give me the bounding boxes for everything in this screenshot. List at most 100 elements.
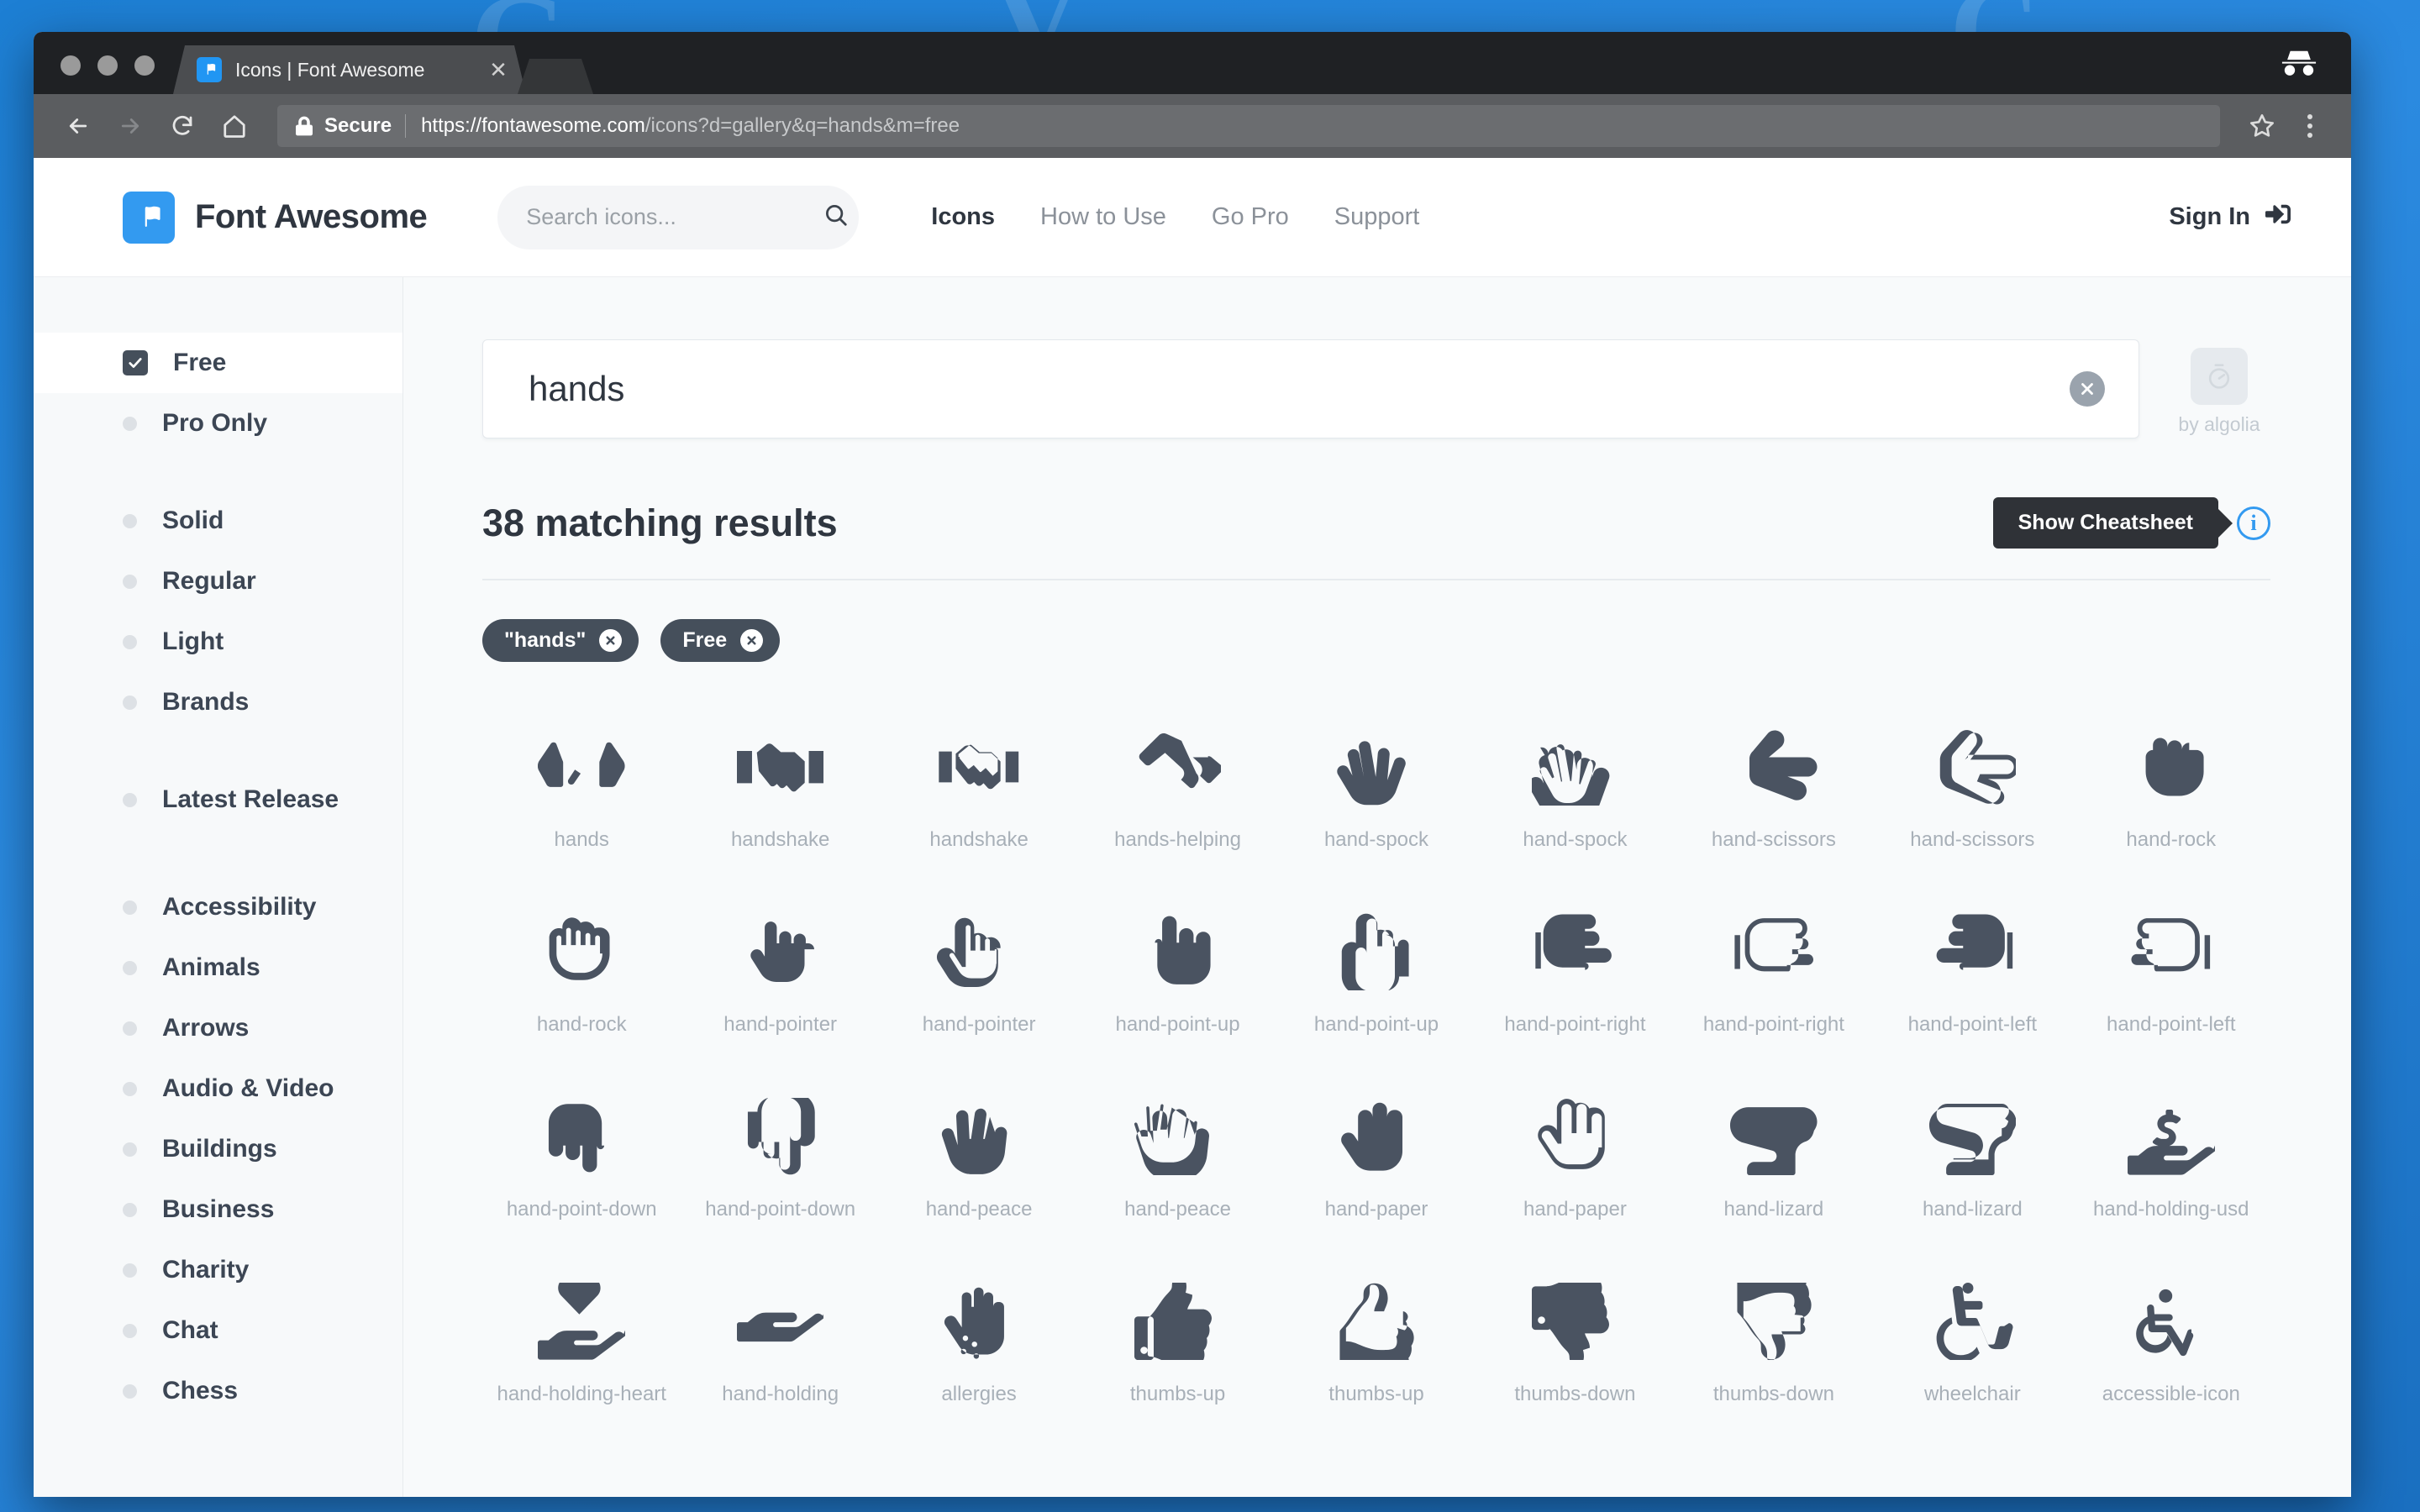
sidebar-item-arrows[interactable]: Arrows	[34, 998, 402, 1058]
icon-result-card[interactable]: hand-point-up	[1277, 887, 1476, 1072]
icon-result-card[interactable]: hands	[482, 702, 681, 887]
icon-result-card[interactable]: thumbs-up	[1078, 1257, 1276, 1441]
sidebar-item-regular[interactable]: Regular	[34, 551, 402, 612]
nav-item-go-pro[interactable]: Go Pro	[1212, 203, 1289, 231]
icon-result-card[interactable]: wheelchair	[1873, 1257, 2071, 1441]
reload-icon[interactable]	[160, 103, 205, 149]
icon-result-card[interactable]: hand-point-down	[681, 1072, 879, 1257]
site-logo[interactable]: Font Awesome	[123, 191, 428, 244]
icon-result-card[interactable]: hand-scissors	[1675, 702, 1873, 887]
hand-rock-regular-icon	[482, 899, 681, 1005]
clear-search-icon[interactable]	[2070, 371, 2105, 407]
icon-result-card[interactable]: handshake	[681, 702, 879, 887]
address-bar[interactable]: Secure https://fontawesome.com/icons?d=g…	[277, 105, 2220, 147]
icon-result-card[interactable]: hand-point-down	[482, 1072, 681, 1257]
remove-filter-icon[interactable]	[740, 629, 764, 652]
sidebar-item-charity[interactable]: Charity	[34, 1240, 402, 1300]
icon-result-card[interactable]: thumbs-down	[1675, 1257, 1873, 1441]
nav-item-icons[interactable]: Icons	[931, 203, 995, 231]
icon-result-card[interactable]: hand-point-up	[1078, 887, 1276, 1072]
gallery-search-input[interactable]	[529, 369, 2070, 409]
algolia-logo-icon	[2191, 348, 2248, 405]
icon-result-card[interactable]: thumbs-up	[1277, 1257, 1476, 1441]
icon-result-card[interactable]: hand-peace	[1078, 1072, 1276, 1257]
maximize-window-button[interactable]	[134, 55, 155, 76]
icon-result-card[interactable]: hand-holding-heart	[482, 1257, 681, 1441]
nav-item-how-to-use[interactable]: How to Use	[1040, 203, 1166, 231]
browser-new-tab-button[interactable]	[518, 59, 593, 94]
sidebar-item-audio-video[interactable]: Audio & Video	[34, 1058, 402, 1119]
nav-item-support[interactable]: Support	[1334, 203, 1420, 231]
icon-result-card[interactable]: hand-spock	[1277, 702, 1476, 887]
icon-result-card[interactable]: hand-point-left	[1873, 887, 2071, 1072]
sidebar-item-solid[interactable]: Solid	[34, 491, 402, 551]
icon-result-card[interactable]: hand-rock	[482, 887, 681, 1072]
sidebar-item-pro-only[interactable]: Pro Only	[34, 393, 402, 454]
sidebar-item-latest-release[interactable]: Latest Release	[34, 769, 402, 830]
icon-result-card[interactable]: hand-paper	[1476, 1072, 1674, 1257]
results-summary-row: 38 matching results Show Cheatsheet i	[482, 497, 2270, 549]
icon-result-card[interactable]: hand-scissors	[1873, 702, 2071, 887]
search-icon[interactable]	[823, 202, 849, 232]
brand-name: Font Awesome	[195, 198, 428, 235]
flag-icon	[197, 57, 222, 82]
sidebar-item-chat[interactable]: Chat	[34, 1300, 402, 1361]
icon-result-card[interactable]: hand-peace	[880, 1072, 1078, 1257]
sidebar-item-brands[interactable]: Brands	[34, 672, 402, 732]
checkbox-checked-icon[interactable]	[123, 350, 148, 375]
sidebar-item-free[interactable]: Free	[34, 333, 402, 393]
icon-result-card[interactable]: hand-spock	[1476, 702, 1674, 887]
icon-result-card[interactable]: hand-lizard	[1873, 1072, 2071, 1257]
icon-result-card[interactable]: hand-point-left	[2072, 887, 2270, 1072]
sidebar-item-chess[interactable]: Chess	[34, 1361, 402, 1421]
remove-filter-icon[interactable]	[599, 629, 623, 652]
thumbs-down-regular-icon	[1675, 1268, 1873, 1374]
show-cheatsheet-button[interactable]: Show Cheatsheet	[1992, 497, 2218, 549]
icon-result-card[interactable]: accessible-icon	[2072, 1257, 2270, 1441]
sidebar-item-animals[interactable]: Animals	[34, 937, 402, 998]
icon-result-card[interactable]: hand-pointer	[681, 887, 879, 1072]
filter-tag-free[interactable]: Free	[660, 619, 781, 662]
icon-result-card[interactable]: hand-rock	[2072, 702, 2270, 887]
icon-result-card[interactable]: hand-lizard	[1675, 1072, 1873, 1257]
icon-result-card[interactable]: hand-holding-usd	[2072, 1072, 2270, 1257]
bullet-icon	[123, 1021, 137, 1036]
hand-scissors-solid-icon	[1675, 714, 1873, 820]
three-dot-menu-icon[interactable]	[2291, 114, 2329, 138]
close-icon[interactable]: ✕	[484, 59, 513, 81]
window-controls[interactable]	[34, 55, 173, 94]
icon-result-card[interactable]: hand-point-right	[1675, 887, 1873, 1072]
icon-result-card[interactable]: hand-holding	[681, 1257, 879, 1441]
icon-result-card[interactable]: hand-pointer	[880, 887, 1078, 1072]
bullet-icon	[123, 1142, 137, 1157]
icon-result-label: hand-peace	[1124, 1198, 1231, 1221]
sidebar-item-light[interactable]: Light	[34, 612, 402, 672]
forward-arrow-icon[interactable]	[108, 103, 153, 149]
icon-result-card[interactable]: hand-point-right	[1476, 887, 1674, 1072]
sidebar-item-buildings[interactable]: Buildings	[34, 1119, 402, 1179]
filter-tag-query[interactable]: "hands"	[482, 619, 639, 662]
icon-result-card[interactable]: hands-helping	[1078, 702, 1276, 887]
browser-tab-active[interactable]: Icons | Font Awesome ✕	[173, 45, 526, 94]
icon-result-label: hand-pointer	[922, 1013, 1036, 1036]
icon-result-card[interactable]: hand-paper	[1277, 1072, 1476, 1257]
sidebar-item-accessibility[interactable]: Accessibility	[34, 877, 402, 937]
close-window-button[interactable]	[60, 55, 81, 76]
icon-result-card[interactable]: handshake	[880, 702, 1078, 887]
star-icon[interactable]	[2240, 104, 2284, 148]
icon-result-card[interactable]: allergies	[880, 1257, 1078, 1441]
sign-in-button[interactable]: Sign In	[2169, 202, 2292, 234]
hand-peace-solid-icon	[880, 1084, 1078, 1189]
sidebar-item-business[interactable]: Business	[34, 1179, 402, 1240]
accessible-icon-icon	[2072, 1268, 2270, 1374]
info-icon[interactable]: i	[2237, 506, 2270, 540]
back-arrow-icon[interactable]	[55, 103, 101, 149]
icon-result-card[interactable]: thumbs-down	[1476, 1257, 1674, 1441]
header-search-box[interactable]	[497, 185, 860, 249]
section-divider	[482, 579, 2270, 580]
gallery-search-box[interactable]	[482, 339, 2139, 438]
home-icon[interactable]	[212, 103, 257, 149]
header-search-input[interactable]	[526, 204, 824, 230]
minimize-window-button[interactable]	[97, 55, 118, 76]
